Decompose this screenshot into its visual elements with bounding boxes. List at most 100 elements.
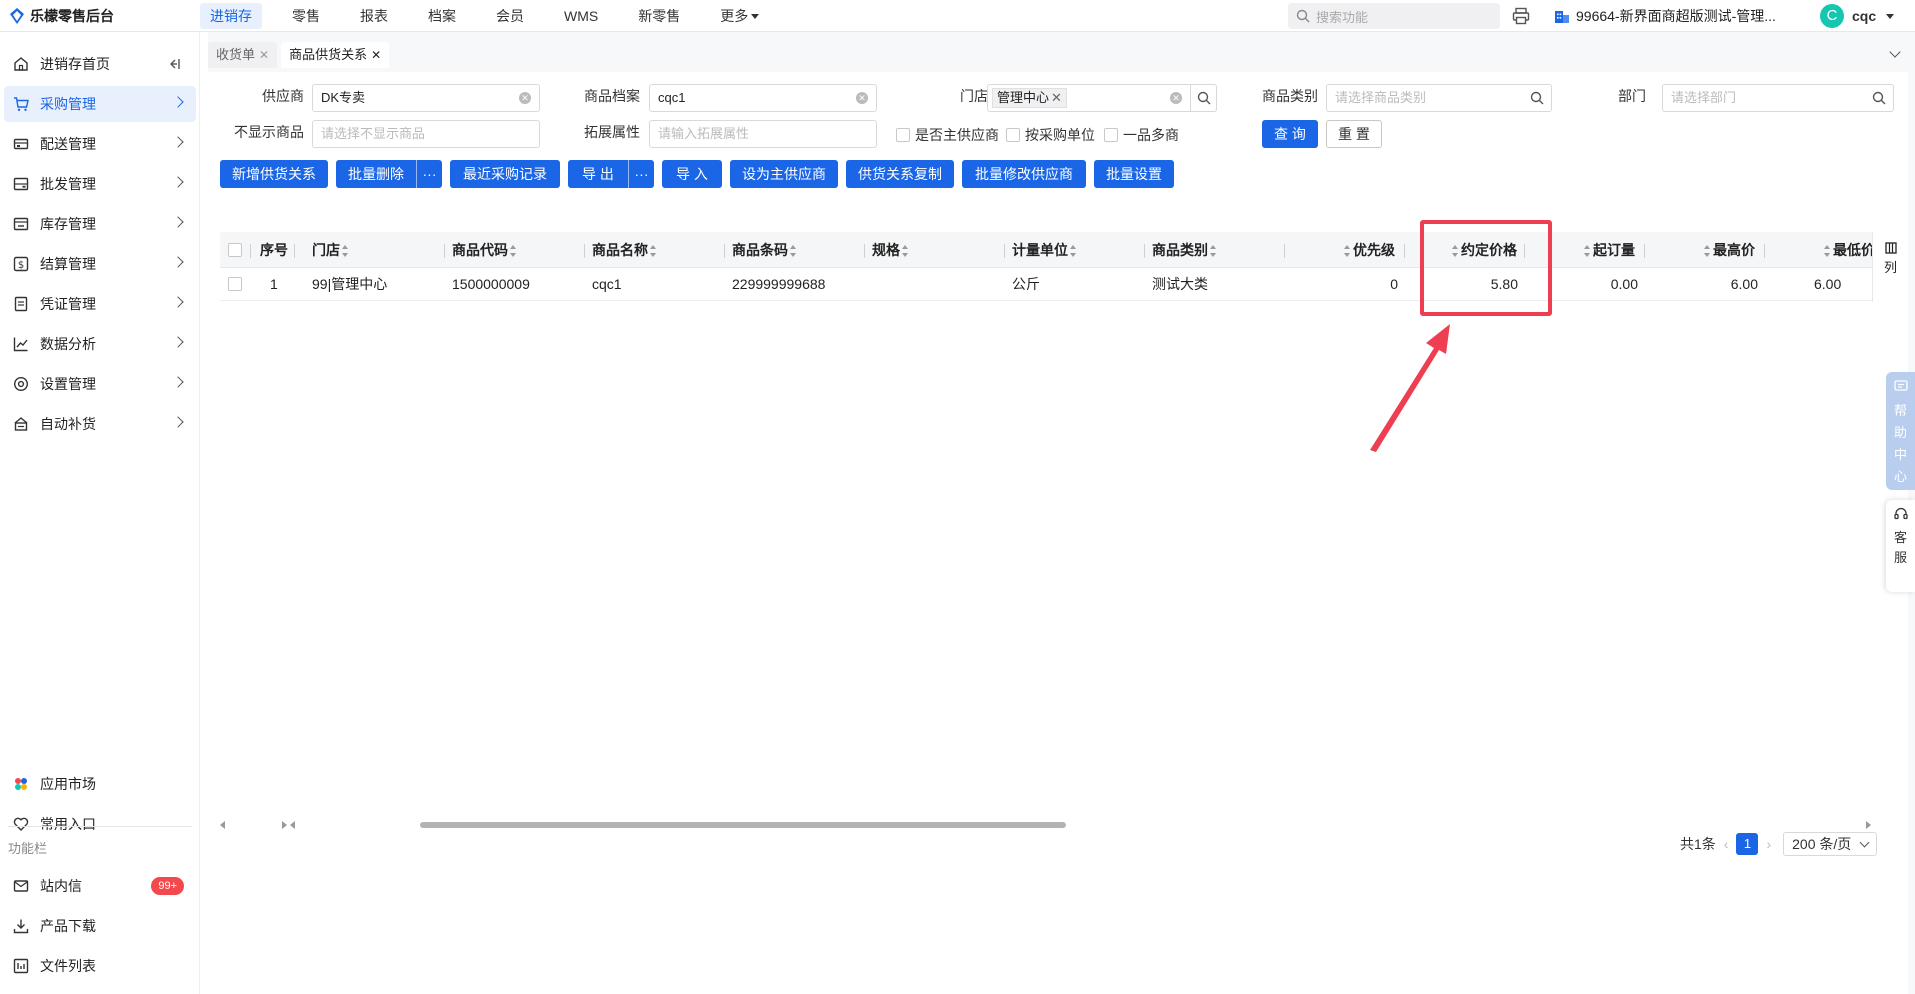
- topnav-item-report[interactable]: 报表: [350, 3, 398, 29]
- sort-icon[interactable]: [1344, 245, 1351, 258]
- close-icon[interactable]: ✕: [371, 48, 381, 62]
- column-header-unit[interactable]: 计量单位: [1012, 232, 1077, 268]
- tabs-dropdown-icon[interactable]: [1889, 46, 1901, 58]
- column-separator[interactable]: [864, 244, 865, 258]
- column-separator[interactable]: [1404, 244, 1405, 258]
- user-menu[interactable]: C cqc: [1820, 4, 1895, 28]
- sidebar-item-purchase[interactable]: 采购管理: [4, 86, 196, 122]
- sidebar-item-downloads[interactable]: 产品下载: [4, 908, 196, 944]
- scroll-left-icon[interactable]: [290, 821, 295, 829]
- topnav-item-retail[interactable]: 零售: [282, 3, 330, 29]
- export-more-button[interactable]: ···: [628, 160, 654, 188]
- sidebar-item-voucher[interactable]: 凭证管理: [4, 286, 196, 322]
- function-search[interactable]: 搜索功能: [1288, 3, 1500, 29]
- column-header-name[interactable]: 商品名称: [592, 232, 657, 268]
- import-button[interactable]: 导 入: [662, 160, 722, 188]
- sort-icon[interactable]: [1070, 245, 1077, 258]
- export-button[interactable]: 导 出: [568, 160, 628, 188]
- next-page-icon[interactable]: ›: [1766, 836, 1771, 852]
- topnav-item-more[interactable]: 更多: [710, 3, 769, 29]
- customer-service-button[interactable]: 客 服: [1886, 500, 1915, 592]
- scrollbar-thumb[interactable]: [420, 822, 1066, 828]
- sidebar-item-messages[interactable]: 站内信 99+: [4, 868, 196, 904]
- column-separator[interactable]: [1144, 244, 1145, 258]
- tab-supply-relation[interactable]: 商品供货关系 ✕: [281, 42, 390, 68]
- sort-icon[interactable]: [790, 245, 797, 258]
- help-center-button[interactable]: 帮 助 中 心: [1886, 372, 1915, 490]
- sidebar-item-settlement[interactable]: $ 结算管理: [4, 246, 196, 282]
- tenant-switcher[interactable]: 99664-新界面商超版测试-管理...: [1554, 0, 1776, 32]
- sidebar-item-inventory[interactable]: 库存管理: [4, 206, 196, 242]
- multi-supplier-checkbox[interactable]: 一品多商: [1104, 125, 1179, 145]
- printer-icon[interactable]: [1512, 7, 1530, 25]
- scroll-left-icon[interactable]: [220, 821, 225, 829]
- copy-relation-button[interactable]: 供货关系复制: [846, 160, 954, 188]
- column-separator[interactable]: [724, 244, 725, 258]
- checkbox-box[interactable]: [896, 128, 910, 142]
- store-input[interactable]: 管理中心 ✕ ✕: [987, 84, 1217, 112]
- row-checkbox[interactable]: [228, 277, 242, 291]
- close-icon[interactable]: ✕: [259, 48, 269, 62]
- batch-delete-more-button[interactable]: ···: [416, 160, 442, 188]
- store-search-button[interactable]: [1190, 84, 1216, 112]
- batch-settings-button[interactable]: 批量设置: [1094, 160, 1174, 188]
- column-header-category[interactable]: 商品类别: [1152, 232, 1217, 268]
- column-header-spec[interactable]: 规格: [872, 232, 909, 268]
- column-header-min-order[interactable]: 起订量: [1584, 232, 1635, 268]
- supplier-input[interactable]: DK专卖 ✕: [312, 84, 540, 112]
- column-separator[interactable]: [1004, 244, 1005, 258]
- sidebar-item-wholesale[interactable]: 批发管理: [4, 166, 196, 202]
- query-button[interactable]: 查 询: [1262, 120, 1318, 148]
- sort-icon[interactable]: [902, 245, 909, 258]
- category-input[interactable]: 请选择商品类别: [1326, 84, 1552, 112]
- sidebar-item-home[interactable]: 进销存首页: [4, 46, 196, 82]
- sidebar-item-analytics[interactable]: 数据分析: [4, 326, 196, 362]
- sidebar-item-settings[interactable]: 设置管理: [4, 366, 196, 402]
- close-icon[interactable]: ✕: [1051, 90, 1062, 105]
- sort-icon[interactable]: [1824, 245, 1831, 258]
- clear-icon[interactable]: ✕: [1170, 92, 1182, 104]
- sort-icon[interactable]: [1210, 245, 1217, 258]
- department-input[interactable]: 请选择部门: [1662, 84, 1894, 112]
- topnav-item-jxc[interactable]: 进销存: [200, 2, 262, 29]
- sidebar-item-favorites[interactable]: 常用入口: [4, 806, 196, 842]
- sidebar-item-auto-replenish[interactable]: 自动补货: [4, 406, 196, 442]
- app-logo[interactable]: 乐檬零售后台: [0, 6, 200, 26]
- page-number[interactable]: 1: [1736, 833, 1759, 855]
- tab-receiving[interactable]: 收货单 ✕: [208, 42, 278, 68]
- sort-icon[interactable]: [510, 245, 517, 258]
- select-all-checkbox[interactable]: [228, 243, 242, 257]
- set-main-supplier-button[interactable]: 设为主供应商: [730, 160, 838, 188]
- column-separator[interactable]: [1644, 244, 1645, 258]
- collapse-sidebar-icon[interactable]: [166, 56, 182, 72]
- batch-delete-button[interactable]: 批量删除: [336, 160, 416, 188]
- scroll-right-icon[interactable]: [282, 821, 287, 829]
- topnav-item-wms[interactable]: WMS: [554, 3, 608, 29]
- page-size-select[interactable]: 200 条/页: [1783, 832, 1878, 856]
- column-separator[interactable]: [1284, 244, 1285, 258]
- sort-icon[interactable]: [1584, 245, 1591, 258]
- column-header-store[interactable]: 门店: [312, 232, 349, 268]
- topnav-item-new-retail[interactable]: 新零售: [628, 3, 690, 29]
- sort-icon[interactable]: [650, 245, 657, 258]
- sidebar-item-files[interactable]: 文件列表: [4, 948, 196, 984]
- topnav-item-archive[interactable]: 档案: [418, 3, 466, 29]
- column-separator[interactable]: [1764, 244, 1765, 258]
- column-separator[interactable]: [584, 244, 585, 258]
- column-settings-button[interactable]: 列: [1872, 232, 1908, 302]
- clear-icon[interactable]: ✕: [519, 92, 531, 104]
- main-supplier-checkbox[interactable]: 是否主供应商: [896, 125, 999, 145]
- product-input[interactable]: cqc1 ✕: [649, 84, 877, 112]
- batch-modify-supplier-button[interactable]: 批量修改供应商: [962, 160, 1086, 188]
- sidebar-item-app-market[interactable]: 应用市场: [4, 766, 196, 802]
- column-header-min-price[interactable]: 最低价: [1824, 232, 1875, 268]
- topnav-item-member[interactable]: 会员: [486, 3, 534, 29]
- add-supply-relation-button[interactable]: 新增供货关系: [220, 160, 328, 188]
- checkbox-box[interactable]: [1006, 128, 1020, 142]
- column-header-code[interactable]: 商品代码: [452, 232, 517, 268]
- clear-icon[interactable]: ✕: [856, 92, 868, 104]
- column-separator[interactable]: [294, 244, 295, 258]
- table-row[interactable]: 1 99|管理中心 1500000009 cqc1 229999999688 公…: [220, 268, 1872, 301]
- ext-attr-input[interactable]: 请输入拓展属性: [649, 120, 877, 148]
- hide-product-input[interactable]: 请选择不显示商品: [312, 120, 540, 148]
